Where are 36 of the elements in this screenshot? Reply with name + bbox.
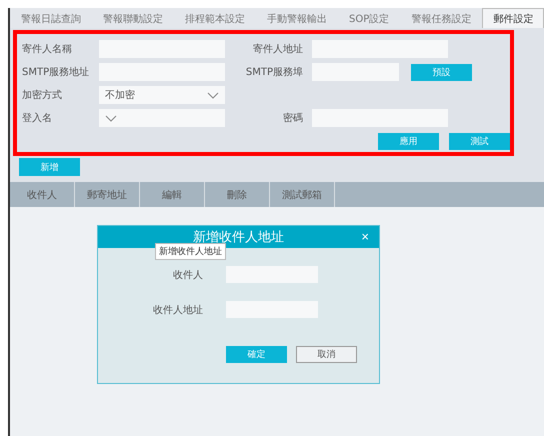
field-label: 寄件人名稱 [22,42,73,56]
chevron-down-icon [105,114,117,122]
dialog-button[interactable]: 取消 [296,346,357,363]
text-field[interactable] [226,301,318,318]
field-label: 收件人地址 [152,304,204,316]
add-button[interactable]: 新增 [19,158,80,176]
text-field[interactable] [99,40,225,58]
chevron-down-icon [207,92,219,98]
close-button[interactable]: × [361,229,369,244]
tab[interactable]: 警報日誌查詢 [10,8,92,28]
tab[interactable]: 警報聯動設定 [92,8,174,28]
text-field[interactable] [312,109,448,127]
text-field[interactable] [99,63,225,81]
dropdown[interactable]: 不加密 [99,86,225,104]
tab[interactable]: 手動警報輸出 [256,8,338,28]
field-label: SMTP服務地址 [22,66,90,79]
field-label: 加密方式 [22,88,63,102]
tab[interactable]: SOP設定 [338,8,400,28]
field-label: 收件人 [172,268,204,282]
field-label: 密碼 [282,112,304,125]
field-label: 寄件人地址 [252,42,304,56]
dialog-button[interactable]: 確定 [226,346,287,363]
action-button[interactable]: 測試 [449,132,510,150]
field-label: 登入名 [22,112,53,125]
tab[interactable]: 警報任務設定 [400,8,482,28]
text-field[interactable] [226,266,318,283]
action-button[interactable]: 應用 [378,132,439,150]
text-field[interactable] [312,40,448,58]
field-label: SMTP服務埠 [244,66,304,79]
tab[interactable]: 郵件設定 [482,8,544,28]
action-button[interactable]: 預設 [411,64,472,80]
tooltip: 新增收件人地址 [155,243,226,260]
text-field[interactable] [312,63,399,81]
tab[interactable]: 排程範本設定 [174,8,256,28]
dialog-title: 新增收件人地址 [193,229,284,246]
dropdown[interactable] [99,109,225,127]
